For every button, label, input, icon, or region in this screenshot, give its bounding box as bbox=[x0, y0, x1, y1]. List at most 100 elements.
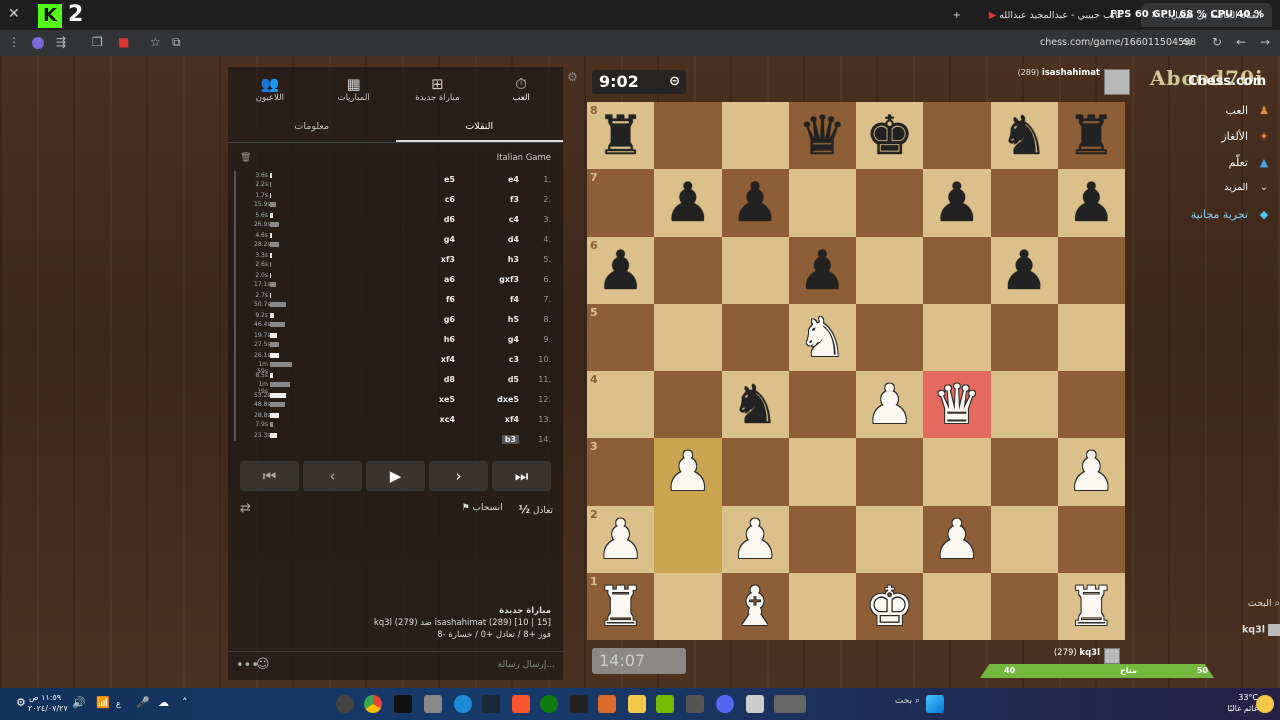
square-d4[interactable] bbox=[788, 371, 856, 439]
chevron-up-icon[interactable]: ˄ bbox=[182, 697, 188, 708]
black-move[interactable]: c6 bbox=[445, 195, 455, 204]
chat-input[interactable]: إرسال رسالة... bbox=[498, 660, 555, 670]
last-move-button[interactable]: ⏭ bbox=[492, 461, 551, 491]
square-h5[interactable] bbox=[1057, 303, 1125, 371]
black-pawn-icon[interactable]: ♟ bbox=[923, 169, 990, 236]
square-g7[interactable] bbox=[990, 169, 1058, 237]
white-move[interactable]: b3 bbox=[501, 435, 519, 444]
file-explorer-icon[interactable] bbox=[628, 695, 646, 713]
install-icon[interactable]: ⧉ bbox=[172, 35, 181, 50]
tab-play[interactable]: ⏱ العب bbox=[479, 67, 563, 109]
settings-gear-icon[interactable]: ⚙ bbox=[567, 70, 578, 84]
puzzle-icon[interactable]: ❐ bbox=[92, 35, 103, 49]
nav-play[interactable]: العب ♟ bbox=[1225, 104, 1272, 117]
square-c8[interactable] bbox=[721, 102, 789, 170]
extensions-icon[interactable]: ⇶ bbox=[56, 35, 66, 49]
url-field[interactable]: chess.com/game/166011504598 bbox=[1040, 37, 1196, 48]
square-h2[interactable] bbox=[1057, 505, 1125, 573]
black-move[interactable]: h6 bbox=[444, 335, 455, 344]
tab-games[interactable]: ▦ المباريات bbox=[312, 67, 396, 109]
tab-info[interactable]: معلومات bbox=[228, 115, 396, 142]
white-move[interactable]: g4 bbox=[508, 335, 519, 344]
flip-board-icon[interactable]: ⇄ bbox=[240, 501, 251, 516]
language-indicator[interactable]: ع bbox=[116, 698, 121, 709]
white-pawn-icon[interactable]: ♟ bbox=[1058, 438, 1125, 505]
chrome-icon[interactable] bbox=[364, 695, 382, 713]
tab-players[interactable]: 👥 اللاعبون bbox=[228, 67, 312, 109]
square-g5[interactable] bbox=[990, 303, 1058, 371]
network-icon[interactable]: ⚙ bbox=[16, 697, 26, 708]
black-move[interactable]: d6 bbox=[444, 215, 455, 224]
white-move[interactable]: h3 bbox=[508, 255, 519, 264]
square-e7[interactable] bbox=[856, 169, 924, 237]
bottom-player-name[interactable]: kq3l bbox=[1079, 648, 1100, 658]
xbox-icon[interactable] bbox=[540, 695, 558, 713]
weather-widget[interactable]: 33°C غائم غالبًا bbox=[1218, 692, 1258, 714]
nav-more[interactable]: المزيد ⌄ bbox=[1224, 182, 1272, 193]
forward-icon[interactable]: → bbox=[1260, 35, 1270, 49]
square-c3[interactable] bbox=[721, 438, 789, 506]
square-b5[interactable] bbox=[654, 303, 722, 371]
square-b8[interactable] bbox=[654, 102, 722, 170]
square-f6[interactable] bbox=[923, 236, 991, 304]
black-pawn-icon[interactable]: ♟ bbox=[991, 237, 1058, 304]
chess-board[interactable]: ♜ ♛ ♚ ♞ ♜ ♟ ♟ ♟ ♟ ♟ ♟ ♟ ♞ ♞ ♟ ♛ ♟ ♟ ♟ ♟ ♟ ♜ ♝ ♚ ♜ 8 7 6 5 4 3 2 1 a b c d e f g… bbox=[587, 102, 1125, 640]
top-player-avatar[interactable] bbox=[1104, 69, 1130, 95]
menu-dots-icon[interactable]: ⋮ bbox=[8, 35, 20, 49]
search-link[interactable]: البحث ⌕ bbox=[1190, 598, 1280, 624]
emoji-icon[interactable]: ☺ bbox=[256, 657, 270, 672]
black-move[interactable]: f6 bbox=[446, 295, 455, 304]
site-settings-icon[interactable]: ⇋ bbox=[1182, 35, 1192, 49]
edge-icon[interactable] bbox=[454, 695, 472, 713]
white-pawn-icon[interactable]: ♟ bbox=[654, 438, 721, 505]
square-f5[interactable] bbox=[923, 303, 991, 371]
white-move[interactable]: c3 bbox=[509, 355, 519, 364]
white-move[interactable]: gxf3 bbox=[499, 275, 519, 284]
square-g4[interactable] bbox=[990, 371, 1058, 439]
first-move-button[interactable]: ⏮ bbox=[240, 461, 299, 491]
black-king-icon[interactable]: ♚ bbox=[856, 102, 923, 169]
tiktok-icon[interactable] bbox=[394, 695, 412, 713]
square-h4[interactable] bbox=[1057, 371, 1125, 439]
app-icon-grid[interactable] bbox=[424, 695, 442, 713]
steam-icon[interactable] bbox=[482, 695, 500, 713]
square-e6[interactable] bbox=[856, 236, 924, 304]
bottom-player-avatar[interactable] bbox=[1104, 648, 1120, 664]
white-knight-icon[interactable]: ♞ bbox=[789, 304, 856, 371]
resign-button[interactable]: ⚑ انسحاب bbox=[462, 503, 503, 516]
black-pawn-icon[interactable]: ♟ bbox=[654, 169, 721, 236]
square-g3[interactable] bbox=[990, 438, 1058, 506]
nav-learn[interactable]: تعلّم ▲ bbox=[1229, 156, 1272, 169]
new-tab-button[interactable]: + bbox=[943, 3, 971, 27]
square-f8[interactable] bbox=[923, 102, 991, 170]
black-move[interactable]: d8 bbox=[444, 375, 455, 384]
square-d3[interactable] bbox=[788, 438, 856, 506]
user-link[interactable]: kq3l bbox=[1190, 624, 1280, 636]
microphone-icon[interactable]: 🎤 bbox=[136, 697, 150, 708]
brave-icon[interactable] bbox=[512, 695, 530, 713]
square-e3[interactable] bbox=[856, 438, 924, 506]
nav-puzzles[interactable]: الألغاز ✦ bbox=[1221, 130, 1272, 143]
cloud-icon[interactable]: ☁ bbox=[158, 697, 169, 708]
black-move[interactable]: xe5 bbox=[439, 395, 455, 404]
bookmark-star-icon[interactable]: ☆ bbox=[150, 35, 161, 49]
discord-icon[interactable] bbox=[716, 695, 734, 713]
white-pawn-icon[interactable]: ♟ bbox=[923, 506, 990, 573]
nvidia-icon[interactable] bbox=[656, 695, 674, 713]
white-move[interactable]: d5 bbox=[508, 375, 519, 384]
volume-icon[interactable]: 🔊 bbox=[72, 697, 86, 708]
clock-tray[interactable]: ١١:٥٩ ص ٢٠٢٤/٠٧/٢٧ bbox=[28, 692, 68, 714]
close-icon[interactable]: ✕ bbox=[8, 6, 20, 22]
play-button[interactable]: ▶ bbox=[366, 461, 425, 491]
widgets-icon[interactable] bbox=[774, 695, 806, 713]
black-move[interactable]: xf3 bbox=[441, 255, 455, 264]
black-move[interactable]: xc4 bbox=[440, 415, 455, 424]
tab-new-game[interactable]: ⊞ مباراة جديدة bbox=[396, 67, 480, 109]
taskbar-search[interactable]: بحث ⌕ bbox=[840, 696, 920, 712]
tab-moves[interactable]: النقلات bbox=[395, 115, 563, 142]
top-player-name[interactable]: isashahimat bbox=[1042, 68, 1100, 78]
white-move[interactable]: h5 bbox=[508, 315, 519, 324]
white-move[interactable]: xf4 bbox=[505, 415, 519, 424]
black-move[interactable]: g4 bbox=[444, 235, 455, 244]
black-pawn-icon[interactable]: ♟ bbox=[789, 237, 856, 304]
